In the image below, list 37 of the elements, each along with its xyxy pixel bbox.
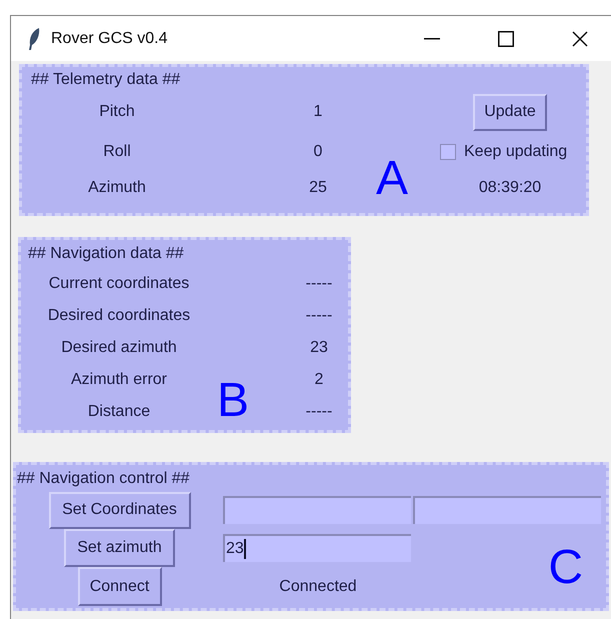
section-marker: A <box>376 153 408 205</box>
navigation-label: Current coordinates <box>48 274 190 294</box>
navigation-value: 2 <box>314 370 324 390</box>
navigation-label: Desired azimuth <box>61 338 177 358</box>
input-field[interactable] <box>413 496 601 524</box>
telemetry-value: 1 <box>314 102 322 122</box>
minimize-icon[interactable] <box>424 38 440 40</box>
navigation-value: ----- <box>306 402 332 422</box>
close-icon[interactable] <box>572 30 588 46</box>
telemetry-value: 0 <box>314 142 322 162</box>
input-field[interactable] <box>223 496 411 524</box>
window-title: Rover GCS v0.4 <box>51 28 168 48</box>
panel-header: ## Navigation data ## <box>28 244 184 264</box>
connect-button[interactable]: Connect <box>78 567 162 606</box>
navigation-value: ----- <box>306 306 332 326</box>
navigation-value: ----- <box>306 274 332 294</box>
feather-icon <box>27 26 41 50</box>
connection-status: Connected <box>279 576 357 596</box>
navigation-label: Desired coordinates <box>48 306 190 326</box>
telemetry-value: 25 <box>309 178 327 198</box>
navigation-label: Azimuth error <box>70 370 168 390</box>
panel-header: ## Telemetry data ## <box>31 70 180 90</box>
maximize-icon[interactable] <box>498 30 514 46</box>
update-button[interactable]: Update <box>473 94 547 130</box>
set-coordinates-button[interactable]: Set Coordinates <box>48 492 190 528</box>
section-marker: B <box>217 375 250 427</box>
panel-header: ## Navigation control ## <box>17 469 190 489</box>
telemetry-label: Roll <box>103 142 131 162</box>
input-field[interactable]: 23 <box>223 534 411 562</box>
clock-time: 08:39:20 <box>478 178 542 198</box>
set-azimuth-button[interactable]: Set azimuth <box>64 529 175 567</box>
section-marker: C <box>548 542 583 594</box>
telemetry-label: Azimuth <box>88 178 146 198</box>
keep-updating-checkbox[interactable]: Keep updating <box>440 140 568 164</box>
navigation-label: Distance <box>88 402 150 422</box>
navigation-value: 23 <box>310 338 328 358</box>
telemetry-label: Pitch <box>99 102 135 122</box>
